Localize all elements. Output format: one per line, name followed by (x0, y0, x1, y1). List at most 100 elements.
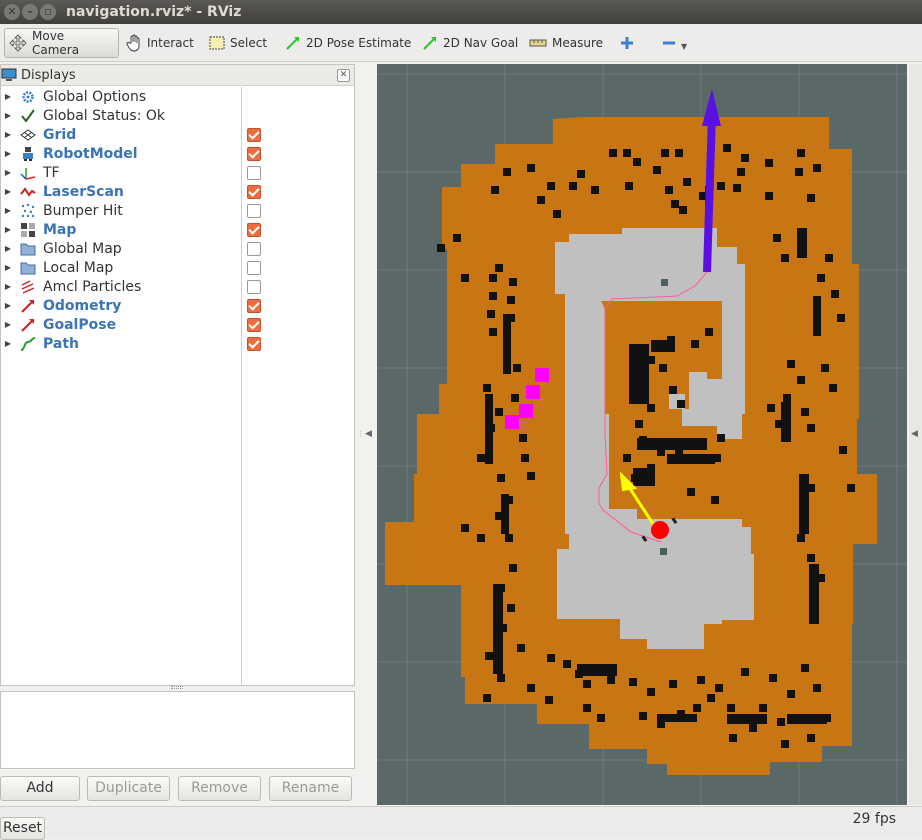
expand-arrow-icon[interactable]: ▶ (2, 187, 14, 196)
remove-tool-button[interactable]: ▼ (658, 28, 691, 58)
move-camera-tool[interactable]: Move Camera (4, 28, 119, 58)
display-item-amcl-particles[interactable]: ▶ Amcl Particles (1, 277, 354, 296)
display-item-map[interactable]: ▶ Map (1, 220, 354, 239)
obstacle-cell (677, 400, 685, 408)
obstacle-cell (727, 704, 735, 712)
displays-panel: Displays ✕ ▶ Global Options ▶ Global Status… (0, 64, 355, 686)
expand-arrow-icon[interactable]: ▶ (2, 282, 14, 291)
expand-arrow-icon[interactable]: ▶ (2, 168, 14, 177)
display-item-label: Odometry (43, 297, 122, 314)
map-scene[interactable] (377, 64, 907, 805)
display-item-global-options[interactable]: ▶ Global Options (1, 87, 354, 106)
obstacle-cell (817, 274, 825, 282)
expand-arrow-icon[interactable]: ▶ (2, 339, 14, 348)
duplicate-button[interactable]: Duplicate (87, 776, 170, 801)
obstacle-cell (527, 164, 535, 172)
move-camera-icon (9, 34, 27, 52)
expand-arrow-icon[interactable]: ▶ (2, 92, 14, 101)
render-viewport[interactable] (377, 64, 907, 805)
obstacle-cell (807, 194, 815, 202)
obstacle-cell (717, 182, 725, 190)
right-side-panel-edge[interactable]: ◀ (909, 64, 922, 805)
pose-estimate-tool[interactable]: 2D Pose Estimate (281, 28, 415, 58)
particles-icon (18, 279, 38, 295)
enabled-checkbox[interactable] (247, 241, 261, 256)
display-item-global-status-ok[interactable]: ▶ Global Status: Ok (1, 106, 354, 125)
collapse-left-icon[interactable]: ◀ (365, 429, 372, 439)
obstacle-cell (437, 244, 445, 252)
reset-button[interactable]: Reset (0, 817, 45, 840)
expand-arrow-icon[interactable]: ▶ (2, 149, 14, 158)
display-item-odometry[interactable]: ▶ Odometry (1, 296, 354, 315)
nav-goal-tool[interactable]: 2D Nav Goal (418, 28, 522, 58)
obstacle-cell (661, 149, 669, 157)
expand-arrow-icon[interactable]: ▶ (2, 206, 14, 215)
obstacle-cell (707, 694, 715, 702)
expand-arrow-icon[interactable]: ▶ (2, 130, 14, 139)
collapse-right-icon[interactable]: ◀ (911, 429, 918, 439)
monitor-icon (1, 68, 17, 81)
enabled-checkbox[interactable] (247, 203, 261, 218)
maximize-window-button[interactable]: ▫ (40, 4, 56, 20)
goal-pose-icon (18, 317, 38, 333)
expand-arrow-icon[interactable]: ▶ (2, 320, 14, 329)
obstacle-cell (687, 488, 695, 496)
enabled-checkbox[interactable] (247, 222, 261, 237)
obstacle-cell (781, 740, 789, 748)
obstacle-block (781, 402, 791, 442)
obstacle-cell (717, 434, 725, 442)
add-button[interactable]: Add (0, 776, 80, 801)
display-item-label: Local Map (43, 259, 114, 276)
measure-tool[interactable]: Measure (525, 28, 607, 58)
enabled-checkbox[interactable] (247, 260, 261, 275)
expand-arrow-icon[interactable]: ▶ (2, 244, 14, 253)
obstacle-cell (461, 274, 469, 282)
enabled-checkbox[interactable] (247, 317, 261, 332)
interact-tool[interactable]: Interact (122, 28, 198, 58)
expand-arrow-icon[interactable]: ▶ (2, 263, 14, 272)
close-icon[interactable]: ✕ (337, 69, 350, 82)
enabled-checkbox[interactable] (247, 127, 261, 142)
enabled-checkbox[interactable] (247, 184, 261, 199)
select-tool[interactable]: Select (205, 28, 271, 58)
path-icon (18, 336, 38, 352)
enabled-checkbox[interactable] (247, 298, 261, 313)
obstacle-cell (679, 206, 687, 214)
display-item-tf[interactable]: ▶ TF (1, 163, 354, 182)
enabled-checkbox[interactable] (247, 336, 261, 351)
display-item-grid[interactable]: ▶ Grid (1, 125, 354, 144)
splitter-grip[interactable]: ⋮ (357, 430, 364, 438)
folder-icon (18, 241, 38, 257)
add-tool-button[interactable] (616, 28, 638, 58)
close-window-button[interactable]: ✕ (4, 4, 20, 20)
obstacle-cell (831, 290, 839, 298)
rename-button[interactable]: Rename (269, 776, 352, 801)
obstacle-cell (807, 734, 815, 742)
display-item-laserscan[interactable]: ▶ LaserScan (1, 182, 354, 201)
display-item-global-map[interactable]: ▶ Global Map (1, 239, 354, 258)
obstacle-cell (483, 694, 491, 702)
display-item-robotmodel[interactable]: ▶ RobotModel (1, 144, 354, 163)
enabled-checkbox[interactable] (247, 279, 261, 294)
obstacle-cell (497, 674, 505, 682)
obstacle-cell (723, 144, 731, 152)
expand-arrow-icon[interactable]: ▶ (2, 301, 14, 310)
enabled-checkbox[interactable] (247, 165, 261, 180)
expand-arrow-icon[interactable]: ▶ (2, 111, 14, 120)
obstacle-cell (577, 170, 585, 178)
obstacle-cell (509, 278, 517, 286)
expand-arrow-icon[interactable]: ▶ (2, 225, 14, 234)
obstacle-cell (647, 404, 655, 412)
minimize-window-button[interactable]: – (22, 4, 38, 20)
remove-button[interactable]: Remove (178, 776, 261, 801)
splitter-handle[interactable] (171, 686, 183, 689)
display-item-local-map[interactable]: ▶ Local Map (1, 258, 354, 277)
axes-icon (18, 165, 38, 181)
obstacle-cell (675, 149, 683, 157)
enabled-checkbox[interactable] (247, 146, 261, 161)
display-item-bumper-hit[interactable]: ▶ Bumper Hit (1, 201, 354, 220)
obstacle-cell (669, 680, 677, 688)
display-item-goalpose[interactable]: ▶ GoalPose (1, 315, 354, 334)
display-item-path[interactable]: ▶ Path (1, 334, 354, 353)
obstacle-cell (807, 424, 815, 432)
